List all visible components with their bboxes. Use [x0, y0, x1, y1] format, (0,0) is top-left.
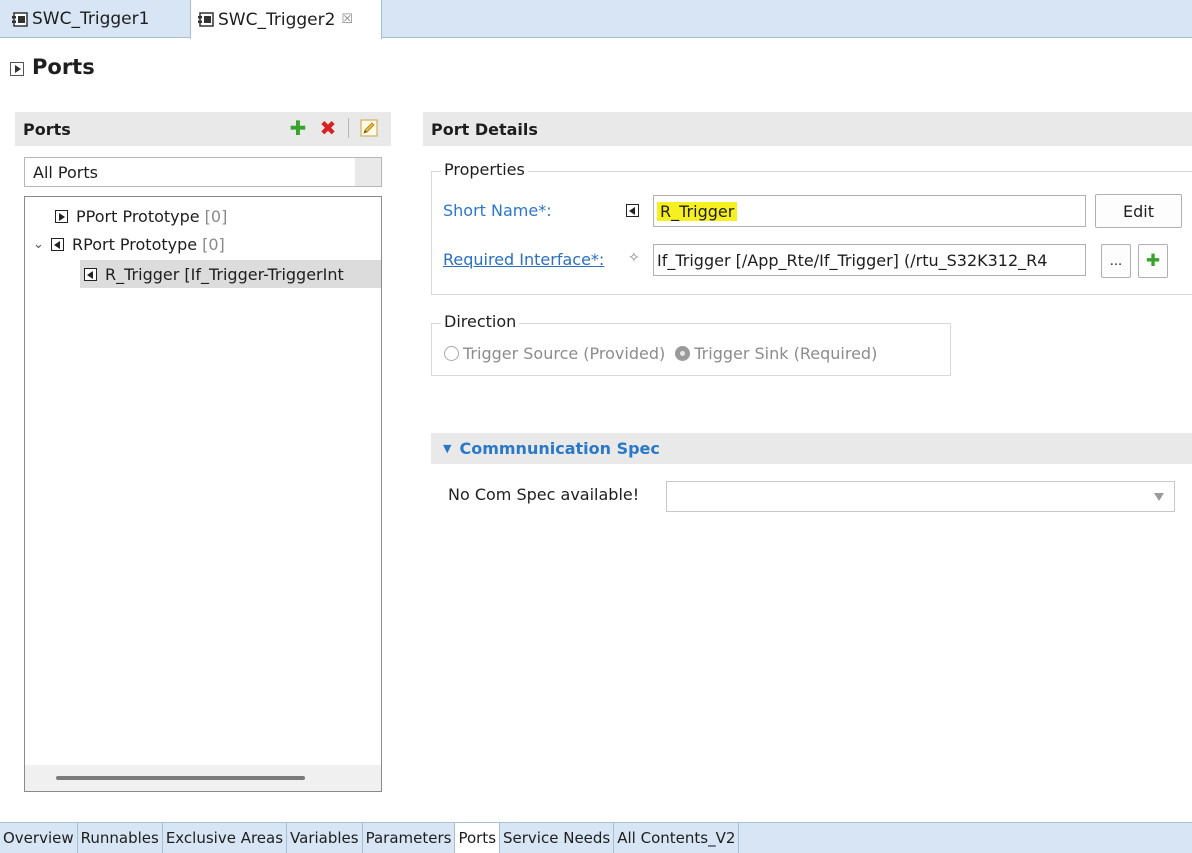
chevron-down-icon[interactable]: ⌄ — [33, 237, 47, 252]
page-tab-runnables[interactable]: Runnables — [78, 823, 163, 853]
tree-item-count: [0] — [202, 234, 225, 254]
page-tab-service-needs[interactable]: Service Needs — [500, 823, 615, 853]
direction-options: Trigger Source (Provided) Trigger Sink (… — [444, 344, 877, 363]
ports-tree[interactable]: PPort Prototype [0] ⌄ RPort Prototype [0… — [24, 196, 382, 792]
page-title[interactable]: Ports — [10, 55, 95, 79]
trigger-source-radio[interactable] — [444, 346, 459, 361]
tree-item-pport-prototype[interactable]: PPort Prototype [0] — [37, 202, 227, 230]
editor-tab-label: SWC_Trigger2 — [218, 9, 336, 30]
add-port-icon[interactable]: ✚ — [288, 118, 308, 138]
properties-group-label: Properties — [441, 160, 528, 179]
com-spec-label: No Com Spec available! — [448, 485, 640, 504]
page-tab-overview[interactable]: Overview — [0, 823, 78, 853]
editor-tab-swc-trigger1[interactable]: SWC_Trigger1 — [0, 0, 188, 38]
toolbar-separator — [348, 118, 349, 138]
short-name-label: Short Name*: — [443, 201, 552, 220]
port-details-header: Port Details — [423, 112, 1192, 146]
tree-item-label: RPort Prototype — [72, 234, 198, 254]
trigger-source-label: Trigger Source (Provided) — [463, 344, 666, 363]
rport-icon — [626, 204, 639, 217]
component-icon — [12, 11, 29, 28]
editor-tab-label: SWC_Trigger1 — [32, 9, 150, 29]
editor-page-tabs: Overview Runnables Exclusive Areas Varia… — [0, 822, 1192, 853]
required-interface-value: If_Trigger [/App_Rte/If_Trigger] (/rtu_S… — [657, 250, 1048, 270]
tree-horizontal-scrollbar[interactable] — [25, 765, 381, 791]
scrollbar-thumb[interactable] — [56, 776, 305, 780]
expand-section-icon[interactable] — [10, 62, 24, 76]
com-spec-title: Commnunication Spec — [459, 439, 660, 458]
add-interface-button[interactable]: ✚ — [1138, 244, 1168, 278]
short-name-value: R_Trigger — [657, 201, 738, 221]
required-interface-input[interactable]: If_Trigger [/App_Rte/If_Trigger] (/rtu_S… — [653, 244, 1086, 276]
page-tab-all-contents[interactable]: All Contents_V2 — [614, 823, 740, 853]
port-details-title: Port Details — [431, 119, 538, 139]
trigger-sink-radio[interactable] — [675, 346, 691, 361]
page-title-label: Ports — [32, 55, 95, 79]
tree-item-label: R_Trigger [If_Trigger-TriggerInt — [105, 264, 344, 284]
rport-icon — [84, 267, 97, 281]
com-spec-section-header[interactable]: ▼ Commnunication Spec — [431, 433, 1192, 464]
direction-group-label: Direction — [441, 312, 520, 331]
editor-tab-swc-trigger2[interactable]: SWC_Trigger2 ☒ — [190, 0, 382, 39]
properties-group: Properties Short Name*: R_Trigger Edit R… — [431, 160, 1192, 295]
trigger-sink-label: Trigger Sink (Required) — [694, 344, 878, 363]
chevron-down-icon[interactable]: ▼ — [443, 442, 451, 455]
pencil-icon[interactable] — [359, 118, 379, 138]
edit-button[interactable]: Edit — [1095, 194, 1182, 228]
port-filter-value: All Ports — [33, 162, 98, 182]
tree-item-r-trigger[interactable]: R_Trigger [If_Trigger-TriggerInt — [80, 260, 381, 288]
interface-icon: ✧ — [628, 250, 640, 266]
page-tab-variables[interactable]: Variables — [287, 823, 363, 853]
rport-icon — [51, 237, 64, 251]
tree-item-count: [0] — [204, 206, 228, 226]
com-spec-select[interactable] — [666, 481, 1175, 512]
ports-panel-header: Ports ✚ ✖ — [15, 112, 391, 146]
required-interface-link[interactable]: Required Interface*: — [443, 250, 604, 269]
chevron-down-icon[interactable] — [1154, 493, 1164, 501]
page-tab-exclusive-areas[interactable]: Exclusive Areas — [163, 823, 288, 853]
filter-dropdown-button[interactable] — [355, 158, 381, 186]
short-name-input[interactable]: R_Trigger — [653, 195, 1086, 227]
pport-icon — [55, 209, 68, 223]
ports-toolbar: ✚ ✖ — [288, 118, 379, 138]
page-tab-parameters[interactable]: Parameters — [363, 823, 456, 853]
browse-interface-button[interactable]: ... — [1101, 244, 1131, 278]
tree-item-rport-prototype[interactable]: ⌄ RPort Prototype [0] — [33, 230, 225, 258]
component-icon — [198, 11, 215, 28]
page-tab-ports[interactable]: Ports — [455, 823, 501, 853]
direction-group: Direction Trigger Source (Provided) Trig… — [431, 312, 951, 376]
editor-tab-bar: SWC_Trigger1 SWC_Trigger2 ☒ — [0, 0, 1192, 39]
ports-panel-title: Ports — [23, 119, 71, 139]
delete-port-icon[interactable]: ✖ — [318, 118, 338, 138]
tree-item-label: PPort Prototype — [76, 206, 200, 226]
port-filter-select[interactable]: All Ports — [24, 157, 382, 187]
close-tab-icon[interactable]: ☒ — [341, 12, 353, 27]
